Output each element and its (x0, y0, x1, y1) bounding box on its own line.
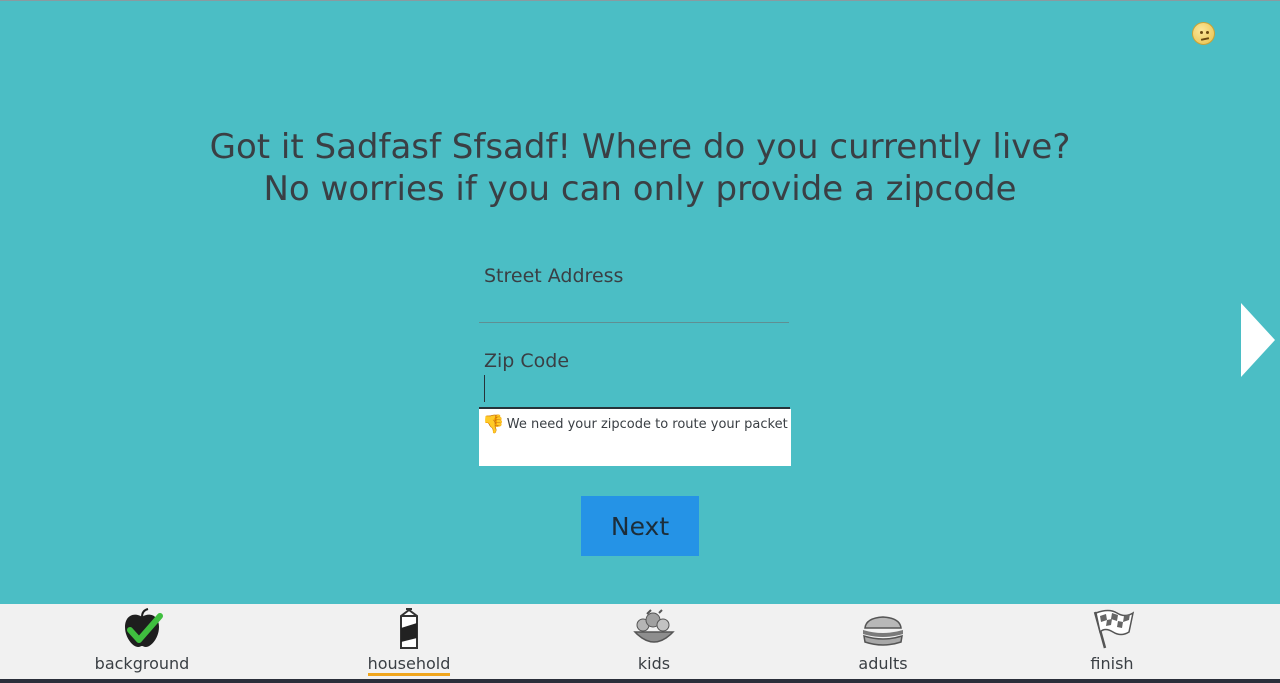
thumbs-down-icon: 👎 (482, 414, 505, 435)
nav-item-kids[interactable]: kids (594, 608, 714, 673)
street-address-input[interactable] (479, 322, 789, 323)
apple-check-icon (125, 608, 163, 647)
milk-carton-icon (400, 608, 418, 649)
nav-item-finish[interactable]: finish (1052, 608, 1172, 673)
nav-item-background[interactable]: background (82, 608, 202, 673)
sandwich-icon (863, 616, 903, 646)
zip-code-input[interactable] (479, 372, 790, 409)
zip-error-message: 👎 We need your zipcode to route your pack… (479, 409, 791, 466)
salad-bowl-icon (633, 609, 675, 643)
street-address-label: Street Address (484, 265, 624, 287)
top-border (0, 0, 1280, 1)
nav-label-kids: kids (637, 654, 671, 673)
nav-item-household[interactable]: household (349, 608, 469, 676)
text-caret (484, 375, 485, 402)
title-line-1: Got it Sadfasf Sfsadf! Where do you curr… (209, 127, 1071, 167)
nav-label-household: household (367, 654, 451, 676)
confused-face-icon (1192, 22, 1215, 45)
nav-label-finish: finish (1090, 654, 1134, 673)
title-line-2: No worries if you can only provide a zip… (263, 169, 1017, 209)
error-text: We need your zipcode to route your packe… (506, 417, 788, 432)
nav-label-adults: adults (858, 654, 908, 673)
bottom-edge (0, 679, 1280, 683)
nav-label-background: background (94, 654, 190, 673)
page-title: Got it Sadfasf Sfsadf! Where do you curr… (0, 126, 1280, 210)
zip-code-label: Zip Code (484, 350, 570, 372)
forward-arrow-icon[interactable] (1241, 303, 1275, 377)
nav-item-adults[interactable]: adults (823, 608, 943, 673)
checkered-flag-icon (1093, 609, 1135, 649)
next-button[interactable]: Next (581, 496, 699, 556)
bottom-navigation: background household kids adults finish (0, 604, 1280, 679)
